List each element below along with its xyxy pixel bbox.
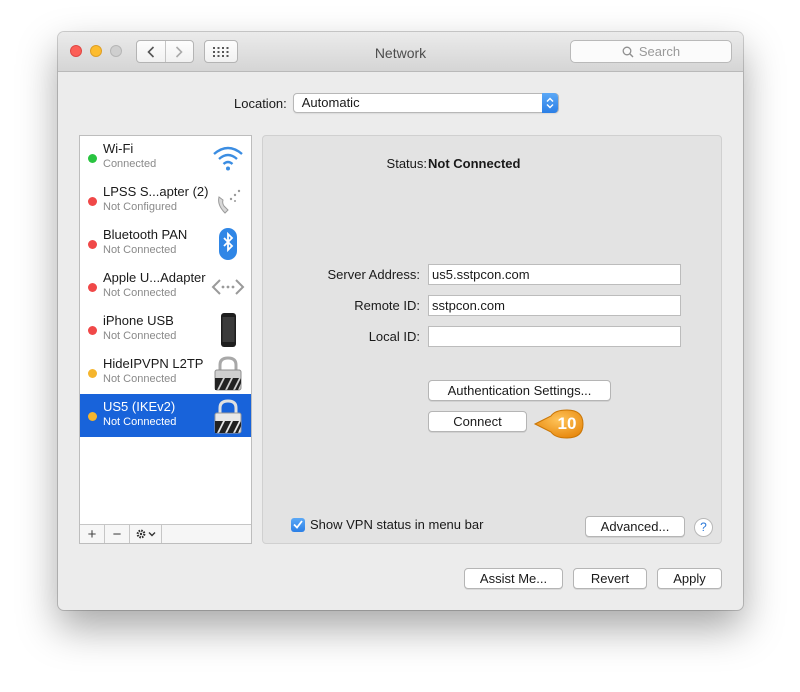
phone-handset-icon — [218, 189, 241, 214]
iphone-icon — [221, 313, 236, 347]
location-value: Automatic — [301, 95, 360, 110]
status-dot — [88, 154, 97, 163]
add-service-button[interactable]: + — [80, 525, 105, 543]
status-dot — [88, 412, 97, 421]
service-name: Wi-Fi — [103, 141, 134, 156]
apply-button[interactable]: Apply — [657, 568, 722, 589]
local-id-label: Local ID: — [368, 329, 420, 344]
vpn-lock-icon — [214, 356, 242, 391]
revert-button[interactable]: Revert — [573, 568, 647, 589]
service-name: HideIPVPN L2TP — [103, 356, 204, 371]
service-status: Not Configured — [103, 201, 177, 213]
status-dot — [88, 197, 97, 206]
connect-button[interactable]: Connect — [428, 411, 527, 432]
service-item-wifi[interactable]: Wi-Fi Connected — [80, 136, 251, 179]
service-status: Not Connected — [103, 287, 177, 299]
service-name: Bluetooth PAN — [103, 227, 188, 242]
wifi-icon — [213, 146, 243, 171]
authentication-settings-button[interactable]: Authentication Settings... — [428, 380, 611, 401]
status-dot — [88, 283, 97, 292]
status-dot — [88, 369, 97, 378]
service-status: Connected — [103, 158, 157, 170]
service-item-iphone-usb[interactable]: iPhone USB Not Connected — [80, 308, 251, 351]
status-dot — [88, 326, 97, 335]
remote-id-label: Remote ID: — [354, 298, 420, 313]
local-id-field[interactable] — [428, 326, 681, 347]
status-label: Status: — [386, 156, 427, 171]
show-vpn-status-checkbox[interactable] — [291, 517, 305, 532]
service-name: US5 (IKEv2) — [103, 399, 176, 414]
bluetooth-icon — [219, 228, 237, 260]
vpn-detail-panel: Status: Not Connected Server Address: us… — [262, 135, 722, 544]
service-name: Apple U...Adapter — [103, 270, 206, 285]
checkmark-icon — [293, 520, 303, 529]
service-list: Wi-Fi Connected LPSS S...apter (2) Not C… — [79, 135, 252, 544]
popup-arrows-icon — [541, 93, 558, 113]
server-address-label: Server Address: — [327, 267, 421, 282]
status-value: Not Connected — [428, 156, 521, 171]
location-popup[interactable]: Automatic — [292, 93, 559, 113]
service-item-apple-usb-adapter[interactable]: Apple U...Adapter Not Connected — [80, 265, 251, 308]
service-status: Not Connected — [103, 330, 177, 342]
service-list-toolbar: + − — [80, 524, 251, 543]
search-icon — [622, 46, 634, 57]
show-vpn-status-label: Show VPN status in menu bar — [310, 517, 484, 532]
status-dot — [88, 240, 97, 249]
location-label: Location: — [234, 95, 287, 111]
gear-icon — [136, 529, 155, 539]
server-address-field[interactable]: us5.sstpcon.com — [428, 264, 681, 285]
advanced-button[interactable]: Advanced... — [585, 516, 685, 537]
action-menu-button[interactable] — [130, 525, 162, 543]
show-vpn-status-row[interactable]: Show VPN status in menu bar — [291, 517, 483, 532]
step-badge: 10 — [533, 408, 593, 440]
service-status: Not Connected — [103, 416, 177, 428]
location-row: Location: Automatic — [234, 93, 559, 113]
service-name: iPhone USB — [103, 313, 174, 328]
service-item-hideipvpn-l2tp[interactable]: HideIPVPN L2TP Not Connected — [80, 351, 251, 394]
search-placeholder: Search — [638, 44, 681, 59]
step-number: 10 — [557, 414, 577, 433]
service-item-lpss[interactable]: LPSS S...apter (2) Not Configured — [80, 179, 251, 222]
service-status: Not Connected — [103, 373, 177, 385]
assist-me-button[interactable]: Assist Me... — [464, 568, 563, 589]
ethernet-arrows-icon — [211, 279, 245, 295]
service-item-bluetooth-pan[interactable]: Bluetooth PAN Not Connected — [80, 222, 251, 265]
network-preferences-window: Network Search Location: Automatic Wi-Fi… — [58, 32, 743, 610]
search-field[interactable]: Search — [570, 40, 732, 63]
service-status: Not Connected — [103, 244, 177, 256]
title-bar: Network Search — [58, 32, 743, 72]
remove-service-button[interactable]: − — [105, 525, 130, 543]
service-item-us5-ikev2[interactable]: US5 (IKEv2) Not Connected — [80, 394, 251, 437]
help-button[interactable]: ? — [694, 518, 713, 537]
vpn-lock-icon — [214, 399, 242, 434]
remote-id-field[interactable]: sstpcon.com — [428, 295, 681, 316]
service-name: LPSS S...apter (2) — [103, 184, 209, 199]
